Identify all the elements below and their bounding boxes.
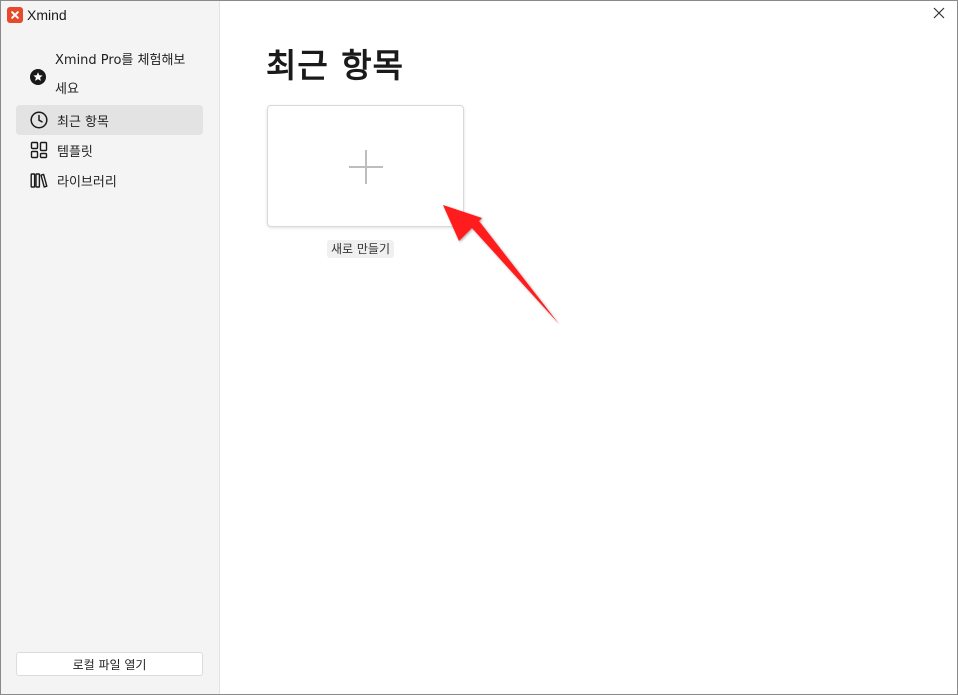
sidebar-item-pro-trial[interactable]: Xmind Pro를 체험해보세요	[16, 45, 203, 105]
page-title: 최근 항목	[266, 46, 404, 85]
app-window: Xmind Xmind Pro를 체험해보세요 최근 항목 템플릿 라이브러리 …	[0, 0, 958, 695]
close-icon[interactable]	[931, 4, 947, 22]
sidebar-item-library[interactable]: 라이브러리	[16, 165, 203, 195]
sidebar-item-templates[interactable]: 템플릿	[16, 135, 203, 165]
annotation-arrow	[443, 205, 559, 324]
xmind-logo-icon	[7, 7, 23, 23]
new-file-card[interactable]	[267, 105, 464, 227]
sidebar-item-recent[interactable]: 최근 항목	[16, 105, 203, 135]
app-title: Xmind	[27, 7, 67, 23]
pro-trial-label: Xmind Pro를 체험해보세요	[55, 53, 186, 97]
title-bar: Xmind	[7, 6, 67, 24]
plus-icon	[349, 150, 383, 184]
sidebar-item-label: 최근 항목	[57, 114, 109, 130]
sidebar-item-label: 템플릿	[57, 144, 93, 160]
open-local-file-button[interactable]: 로컬 파일 열기	[16, 652, 203, 676]
grid-icon	[30, 141, 48, 159]
books-icon	[30, 171, 48, 189]
sidebar-item-label: 라이브러리	[57, 174, 117, 190]
sidebar: Xmind Xmind Pro를 체험해보세요 최근 항목 템플릿 라이브러리 …	[1, 1, 220, 694]
clock-icon	[30, 111, 48, 129]
sidebar-nav: Xmind Pro를 체험해보세요 최근 항목 템플릿 라이브러리	[16, 45, 203, 195]
new-file-label: 새로 만들기	[327, 240, 395, 258]
star-badge-icon	[30, 69, 46, 89]
